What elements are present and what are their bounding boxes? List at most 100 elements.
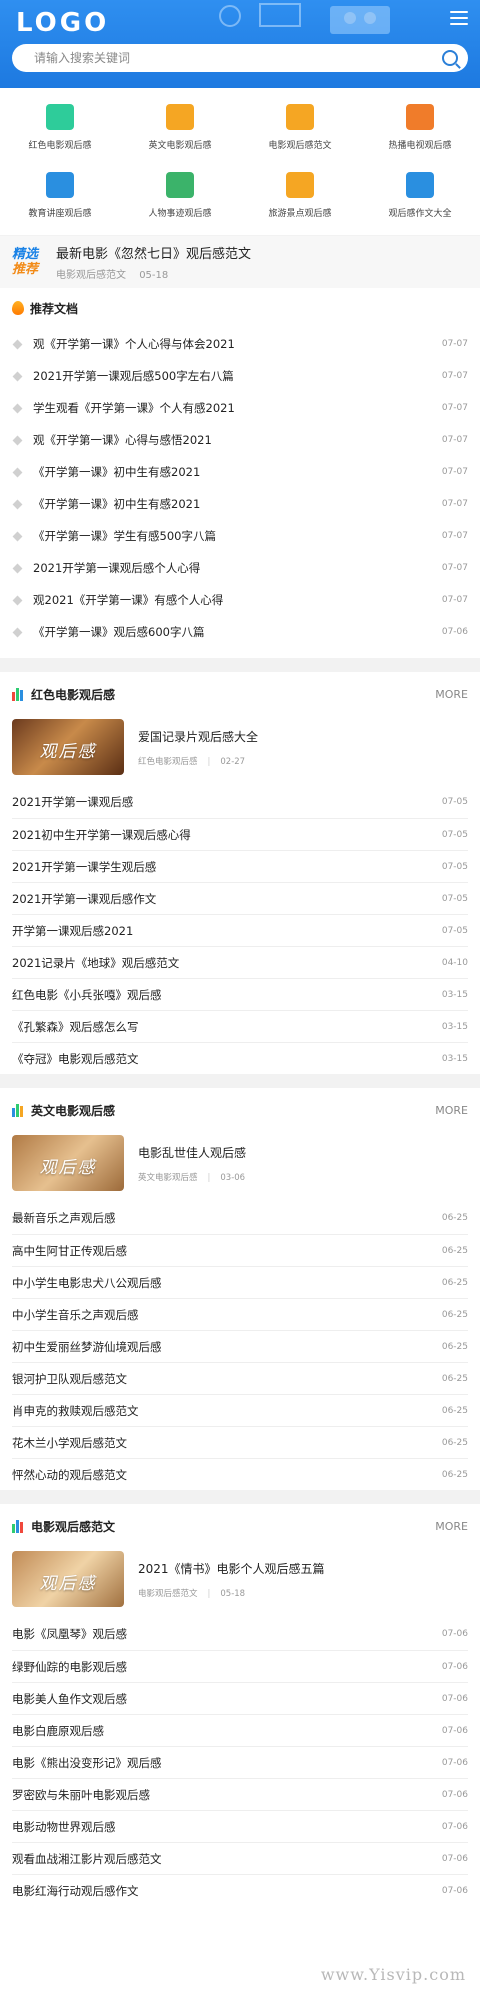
recommended-item-title[interactable]: 《开学第一课》观后感600字八篇 (33, 624, 204, 640)
article-title[interactable]: 《夺冠》电影观后感范文 (12, 1051, 139, 1067)
category-item[interactable]: 观后感作文大全 (360, 168, 480, 234)
article-title[interactable]: 2021初中生开学第一课观后感心得 (12, 827, 191, 843)
recommended-item[interactable]: 《开学第一课》初中生有感2021 07-07 (12, 488, 468, 520)
article-item[interactable]: 红色电影《小兵张嘎》观后感 03-15 (12, 978, 468, 1010)
article-item[interactable]: 肖申克的救赎观后感范文 06-25 (12, 1394, 468, 1426)
logo[interactable]: LOGO (16, 8, 109, 38)
article-title[interactable]: 高中生阿甘正传观后感 (12, 1243, 127, 1259)
recommended-item-title[interactable]: 2021开学第一课观后感个人心得 (33, 560, 200, 576)
recommended-item[interactable]: 观《开学第一课》个人心得与体会2021 07-07 (12, 328, 468, 360)
hero-article[interactable]: 观后感 爱国记录片观后感大全 红色电影观后感 | 02-27 (12, 716, 468, 778)
article-title[interactable]: 中小学生电影忠犬八公观后感 (12, 1275, 162, 1291)
article-title[interactable]: 电影美人鱼作文观后感 (12, 1691, 127, 1707)
recommended-item[interactable]: 2021开学第一课观后感500字左右八篇 07-07 (12, 360, 468, 392)
article-title[interactable]: 红色电影《小兵张嘎》观后感 (12, 987, 162, 1003)
article-title[interactable]: 开学第一课观后感2021 (12, 923, 133, 939)
hero-title[interactable]: 爱国记录片观后感大全 (138, 728, 258, 745)
recommended-item-title[interactable]: 2021开学第一课观后感500字左右八篇 (33, 368, 234, 384)
article-item[interactable]: 绿野仙踪的电影观后感 07-06 (12, 1650, 468, 1682)
article-item[interactable]: 花木兰小学观后感范文 06-25 (12, 1426, 468, 1458)
category-item[interactable]: 旅游景点观后感 (240, 168, 360, 234)
recommended-item[interactable]: 《开学第一课》观后感600字八篇 07-06 (12, 616, 468, 648)
article-item[interactable]: 2021开学第一课观后感作文 07-05 (12, 882, 468, 914)
article-title[interactable]: 银河护卫队观后感范文 (12, 1371, 127, 1387)
article-item[interactable]: 电影美人鱼作文观后感 07-06 (12, 1682, 468, 1714)
recommended-item[interactable]: 观2021《开学第一课》有感个人心得 07-07 (12, 584, 468, 616)
article-title[interactable]: 花木兰小学观后感范文 (12, 1435, 127, 1451)
more-link[interactable]: MORE (435, 1520, 468, 1533)
article-title[interactable]: 2021开学第一课学生观后感 (12, 859, 156, 875)
recommended-item-title[interactable]: 观《开学第一课》心得与感悟2021 (33, 432, 212, 448)
article-title[interactable]: 电影白鹿原观后感 (12, 1723, 104, 1739)
article-title[interactable]: 电影《熊出没变形记》观后感 (12, 1755, 162, 1771)
article-item[interactable]: 2021初中生开学第一课观后感心得 07-05 (12, 818, 468, 850)
hero-thumbnail[interactable]: 观后感 (12, 1135, 124, 1191)
recommended-item[interactable]: 《开学第一课》初中生有感2021 07-07 (12, 456, 468, 488)
recommended-item-title[interactable]: 《开学第一课》初中生有感2021 (33, 496, 200, 512)
recommended-item[interactable]: 2021开学第一课观后感个人心得 07-07 (12, 552, 468, 584)
article-title[interactable]: 肖申克的救赎观后感范文 (12, 1403, 139, 1419)
recommended-item-title[interactable]: 观《开学第一课》个人心得与体会2021 (33, 336, 235, 352)
hero-article[interactable]: 观后感 电影乱世佳人观后感 英文电影观后感 | 03-06 (12, 1132, 468, 1194)
article-item[interactable]: 2021开学第一课学生观后感 07-05 (12, 850, 468, 882)
article-title[interactable]: 中小学生音乐之声观后感 (12, 1307, 139, 1323)
article-item[interactable]: 电影动物世界观后感 07-06 (12, 1810, 468, 1842)
featured-banner[interactable]: 精选 推荐 最新电影《忽然七日》观后感范文 电影观后感范文 05-18 (0, 236, 480, 288)
article-item[interactable]: 2021开学第一课观后感 07-05 (12, 786, 468, 818)
featured-title[interactable]: 最新电影《忽然七日》观后感范文 (56, 243, 251, 262)
recommended-item[interactable]: 学生观看《开学第一课》个人有感2021 07-07 (12, 392, 468, 424)
article-title[interactable]: 罗密欧与朱丽叶电影观后感 (12, 1787, 150, 1803)
article-title[interactable]: 初中生爱丽丝梦游仙境观后感 (12, 1339, 162, 1355)
article-title[interactable]: 2021开学第一课观后感 (12, 794, 133, 810)
recommended-item[interactable]: 观《开学第一课》心得与感悟2021 07-07 (12, 424, 468, 456)
article-item[interactable]: 《孔繁森》观后感怎么写 03-15 (12, 1010, 468, 1042)
article-item[interactable]: 观看血战湘江影片观后感范文 07-06 (12, 1842, 468, 1874)
article-item[interactable]: 高中生阿甘正传观后感 06-25 (12, 1234, 468, 1266)
article-title[interactable]: 观看血战湘江影片观后感范文 (12, 1851, 162, 1867)
hero-article[interactable]: 观后感 2021《情书》电影个人观后感五篇 电影观后感范文 | 05-18 (12, 1548, 468, 1610)
search-input[interactable] (34, 51, 442, 65)
recommended-item-title[interactable]: 观2021《开学第一课》有感个人心得 (33, 592, 223, 608)
category-item[interactable]: 热播电视观后感 (360, 100, 480, 166)
more-link[interactable]: MORE (435, 1104, 468, 1117)
category-item[interactable]: 人物事迹观后感 (120, 168, 240, 234)
article-item[interactable]: 中小学生音乐之声观后感 06-25 (12, 1298, 468, 1330)
category-item[interactable]: 电影观后感范文 (240, 100, 360, 166)
recommended-item-title[interactable]: 《开学第一课》学生有感500字八篇 (33, 528, 216, 544)
article-title[interactable]: 电影红海行动观后感作文 (12, 1883, 139, 1899)
hero-title[interactable]: 2021《情书》电影个人观后感五篇 (138, 1560, 325, 1577)
recommended-item-title[interactable]: 学生观看《开学第一课》个人有感2021 (33, 400, 235, 416)
recommended-item-title[interactable]: 《开学第一课》初中生有感2021 (33, 464, 200, 480)
more-link[interactable]: MORE (435, 688, 468, 701)
search-icon[interactable] (442, 50, 458, 66)
article-title[interactable]: 2021开学第一课观后感作文 (12, 891, 156, 907)
article-item[interactable]: 开学第一课观后感2021 07-05 (12, 914, 468, 946)
article-title[interactable]: 怦然心动的观后感范文 (12, 1467, 127, 1483)
article-title[interactable]: 电影《凤凰琴》观后感 (12, 1626, 127, 1642)
article-title[interactable]: 绿野仙踪的电影观后感 (12, 1659, 127, 1675)
recommended-item[interactable]: 《开学第一课》学生有感500字八篇 07-07 (12, 520, 468, 552)
article-title[interactable]: 2021记录片《地球》观后感范文 (12, 955, 179, 971)
hero-title[interactable]: 电影乱世佳人观后感 (138, 1144, 246, 1161)
hero-thumbnail[interactable]: 观后感 (12, 1551, 124, 1607)
article-title[interactable]: 《孔繁森》观后感怎么写 (12, 1019, 139, 1035)
article-item[interactable]: 初中生爱丽丝梦游仙境观后感 06-25 (12, 1330, 468, 1362)
article-item[interactable]: 最新音乐之声观后感 06-25 (12, 1202, 468, 1234)
category-item[interactable]: 教育讲座观后感 (0, 168, 120, 234)
hero-thumbnail[interactable]: 观后感 (12, 719, 124, 775)
article-item[interactable]: 银河护卫队观后感范文 06-25 (12, 1362, 468, 1394)
article-item[interactable]: 2021记录片《地球》观后感范文 04-10 (12, 946, 468, 978)
article-item[interactable]: 《夺冠》电影观后感范文 03-15 (12, 1042, 468, 1074)
article-item[interactable]: 中小学生电影忠犬八公观后感 06-25 (12, 1266, 468, 1298)
category-item[interactable]: 红色电影观后感 (0, 100, 120, 166)
article-item[interactable]: 电影《熊出没变形记》观后感 07-06 (12, 1746, 468, 1778)
article-title[interactable]: 最新音乐之声观后感 (12, 1210, 116, 1226)
article-item[interactable]: 电影《凤凰琴》观后感 07-06 (12, 1618, 468, 1650)
article-item[interactable]: 罗密欧与朱丽叶电影观后感 07-06 (12, 1778, 468, 1810)
article-item[interactable]: 怦然心动的观后感范文 06-25 (12, 1458, 468, 1490)
category-item[interactable]: 英文电影观后感 (120, 100, 240, 166)
article-title[interactable]: 电影动物世界观后感 (12, 1819, 116, 1835)
article-item[interactable]: 电影白鹿原观后感 07-06 (12, 1714, 468, 1746)
menu-icon[interactable] (450, 11, 468, 25)
article-item[interactable]: 电影红海行动观后感作文 07-06 (12, 1874, 468, 1906)
